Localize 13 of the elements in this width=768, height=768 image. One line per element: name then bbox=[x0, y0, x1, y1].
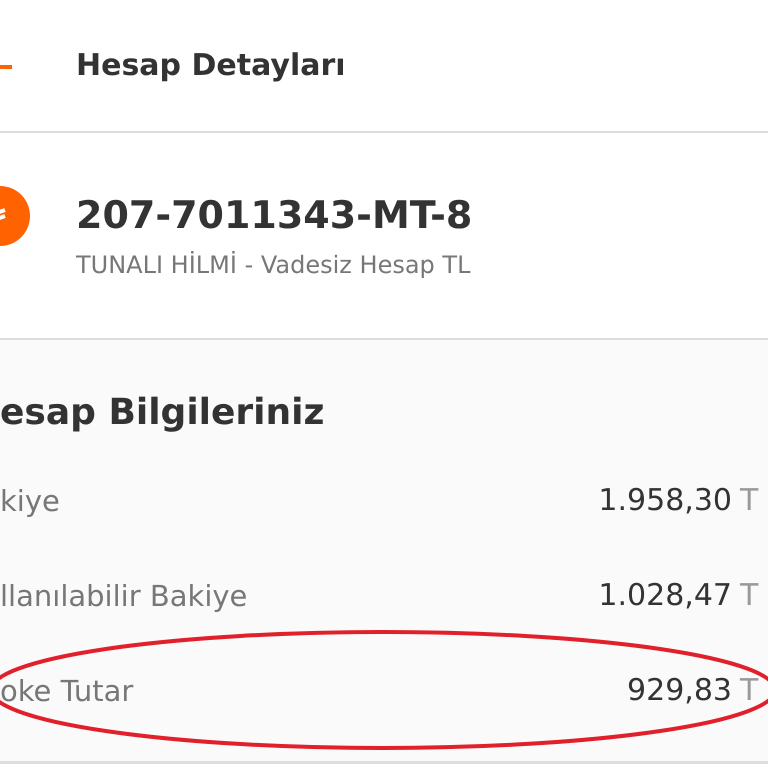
row-label: oke Tutar bbox=[0, 674, 134, 708]
account-description: TUNALI HİLMİ - Vadesiz Hesap TL bbox=[76, 250, 472, 278]
currency-label: T bbox=[740, 578, 760, 613]
row-label: kiye bbox=[0, 484, 61, 518]
currency-label: T bbox=[740, 483, 760, 518]
account-number: 207-7011343-MT-8 bbox=[76, 192, 472, 236]
row-label: llanılabilir Bakiye bbox=[0, 578, 248, 612]
row-value: 1.028,47 bbox=[598, 578, 732, 613]
row-value: 1.958,30 bbox=[598, 483, 732, 518]
section-title: esap Bilgileriniz bbox=[0, 392, 326, 433]
row-value: 929,83 bbox=[627, 673, 732, 708]
page-title: Hesap Detayları bbox=[76, 48, 346, 83]
currency-label: T bbox=[740, 673, 760, 708]
